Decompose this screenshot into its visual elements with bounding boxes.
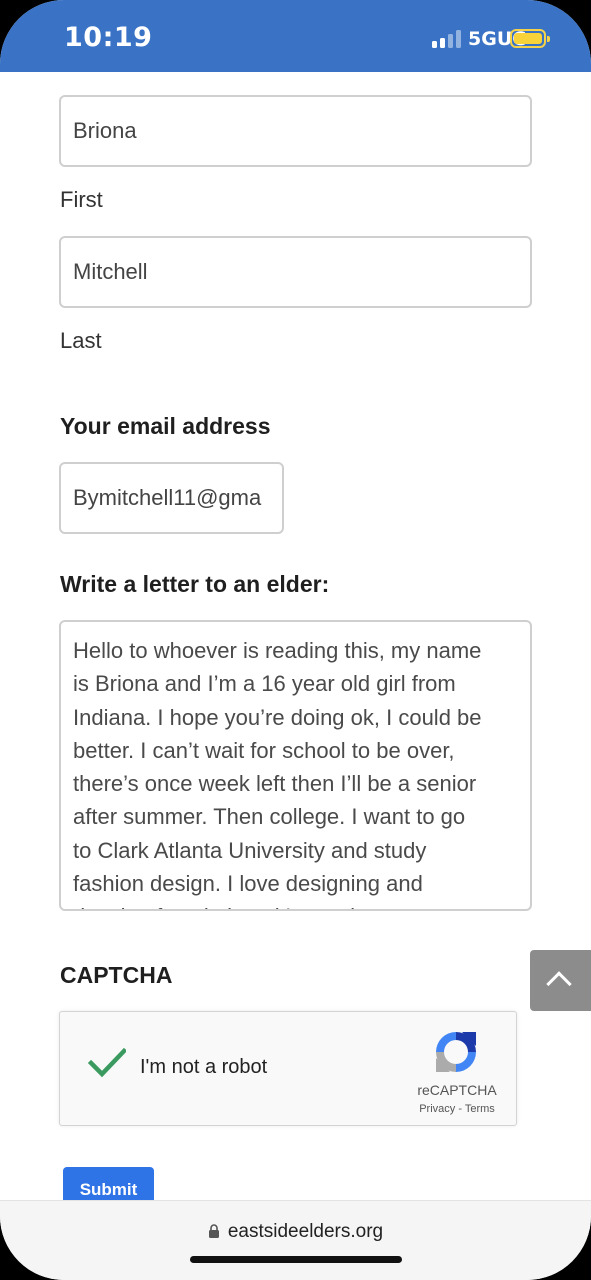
letter-line: is Briona and I’m a 16 year old girl fro… [73,671,456,697]
last-label: Last [60,328,102,353]
recaptcha-brand: reCAPTCHA [417,1082,497,1098]
letter-line: after summer. Then college. I want to go [73,804,466,830]
page-content: Briona First Mitchell Last Your email ad… [0,72,591,1200]
letter-line: better. I can’t wait for school to be ov… [73,737,455,763]
recaptcha-checkbox-label: I'm not a robot [140,1056,268,1078]
privacy-link[interactable]: Privacy [419,1103,455,1115]
first-name-field[interactable]: Briona [59,95,532,167]
letter-line: to Clark Atlanta University and study [73,837,427,863]
letter-label: Write a letter to an elder: [60,571,330,597]
checkmark-icon[interactable] [88,1043,126,1081]
url-text: eastsideelders.org [227,1221,384,1242]
first-label: First [60,187,103,212]
first-name-value: Briona [73,118,137,143]
phone-screen: 10:19 5GUC Briona First Mitchell Last Yo… [0,0,591,1280]
letter-line: drawing fun clothes, it’s my dream to [73,900,516,909]
email-label: Your email address [60,413,271,439]
status-time: 10:19 [64,22,153,53]
letter-textarea[interactable]: Hello to whoever is reading this, my nam… [59,620,532,911]
email-value: Bymitchell11@gma [73,485,262,510]
lock-icon [208,1224,219,1238]
letter-line: fashion design. I love designing and [73,871,423,897]
letter-line: there’s once week left then I’ll be a se… [73,771,477,797]
scroll-to-top-button[interactable] [530,950,591,1011]
cellular-signal-icon [432,30,462,48]
recaptcha-widget: I'm not a robot reCAPTCHA Privacy - Term… [59,1011,517,1126]
letter-line: Hello to whoever is reading this, my nam… [73,638,482,663]
status-bar: 10:19 5GUC [0,0,591,72]
url-display[interactable]: eastsideelders.org [0,1221,591,1243]
link-separator: - [458,1103,462,1115]
chevron-up-icon [546,971,572,997]
recaptcha-links: Privacy - Terms [412,1103,502,1115]
terms-link[interactable]: Terms [465,1103,495,1115]
captcha-label: CAPTCHA [60,962,173,988]
letter-line: Indiana. I hope you’re doing ok, I could… [73,704,482,730]
email-field[interactable]: Bymitchell11@gma [59,462,284,534]
last-name-value: Mitchell [73,259,148,284]
battery-icon [510,29,550,48]
last-name-field[interactable]: Mitchell [59,236,532,308]
home-indicator[interactable] [190,1256,402,1263]
recaptcha-logo-icon [436,1032,476,1072]
submit-button[interactable]: Submit [63,1167,154,1200]
browser-address-bar[interactable]: eastsideelders.org [0,1200,591,1280]
